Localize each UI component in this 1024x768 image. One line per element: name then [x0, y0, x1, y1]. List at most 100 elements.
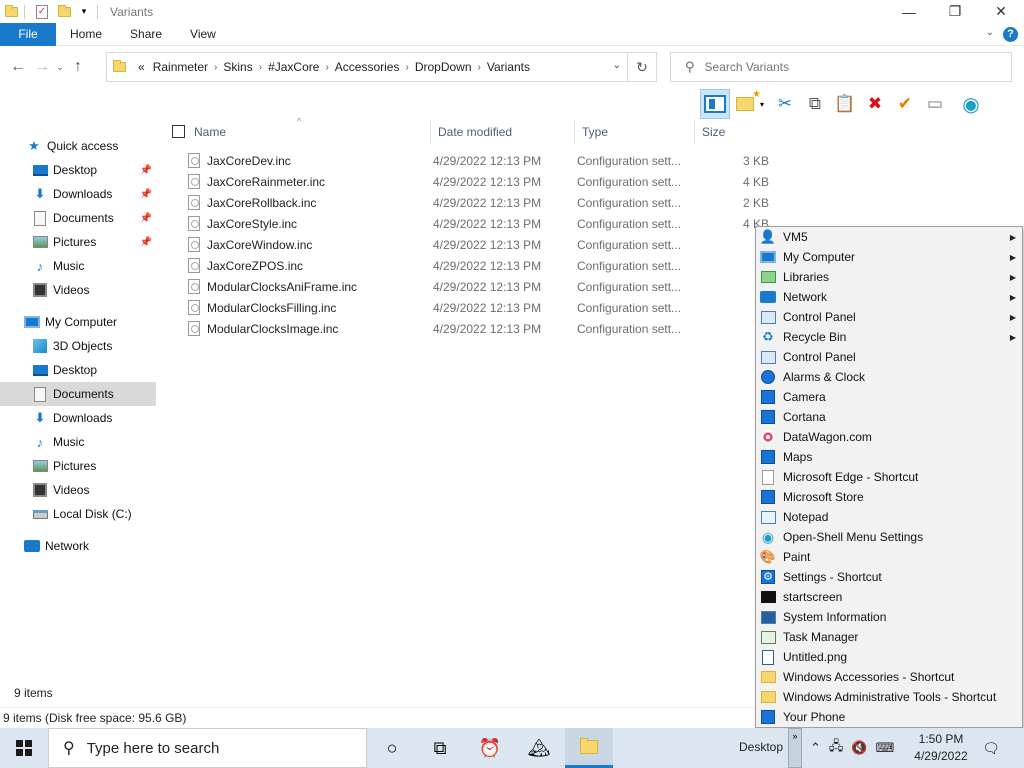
sidebar-item-videos[interactable]: Videos	[0, 278, 156, 302]
pin-icon[interactable]: 📌	[140, 189, 152, 200]
sidebar-item-desktop-pc[interactable]: Desktop	[0, 358, 156, 382]
show-hidden-icons-chevron-icon[interactable]: ⌃	[810, 740, 821, 756]
menu-item-alarms-clock[interactable]: Alarms & Clock	[756, 367, 1022, 387]
sidebar-item-pictures-pc[interactable]: Pictures	[0, 454, 156, 478]
maximize-button[interactable]: ❐	[932, 0, 978, 23]
menu-item-camera[interactable]: Camera	[756, 387, 1022, 407]
menu-item-windows-admin-tools[interactable]: Windows Administrative Tools - Shortcut	[756, 687, 1022, 707]
up-button[interactable]: ↑	[66, 55, 90, 79]
sidebar-item-pictures[interactable]: Pictures 📌	[0, 230, 156, 254]
menu-item-open-shell-settings[interactable]: ◉ Open-Shell Menu Settings	[756, 527, 1022, 547]
breadcrumb-variants[interactable]: Variants	[483, 60, 534, 74]
properties-icon[interactable]: ✓	[35, 4, 49, 19]
close-button[interactable]: ✕	[978, 0, 1024, 23]
taskbar-search[interactable]: ⚲ Type here to search	[48, 728, 367, 768]
menu-item-vm5[interactable]: 👤 VM5 ▶	[756, 227, 1022, 247]
task-view-button[interactable]: ⧉	[416, 728, 464, 768]
menu-item-datawagon[interactable]: DataWagon.com	[756, 427, 1022, 447]
file-row[interactable]: ModularClocksAniFrame.inc 4/29/2022 12:1…	[188, 276, 778, 297]
breadcrumb-accessories[interactable]: Accessories	[331, 60, 404, 74]
column-header-date[interactable]: Date modified	[438, 120, 574, 144]
delete-icon[interactable]: ✖	[860, 89, 890, 119]
sidebar-item-3d-objects[interactable]: 3D Objects	[0, 334, 156, 358]
file-row[interactable]: ModularClocksImage.inc 4/29/2022 12:13 P…	[188, 318, 778, 339]
tab-home[interactable]: Home	[56, 23, 116, 46]
file-row[interactable]: JaxCoreRollback.inc 4/29/2022 12:13 PM C…	[188, 192, 778, 213]
menu-item-untitled-png[interactable]: Untitled.png	[756, 647, 1022, 667]
minimize-button[interactable]: —	[886, 0, 932, 23]
sidebar-item-videos-pc[interactable]: Videos	[0, 478, 156, 502]
start-button[interactable]	[0, 728, 48, 768]
menu-item-microsoft-store[interactable]: Microsoft Store	[756, 487, 1022, 507]
sidebar-item-music-pc[interactable]: ♪ Music	[0, 430, 156, 454]
recent-locations-chevron-icon[interactable]: ⌄	[54, 55, 66, 79]
sidebar-item-desktop[interactable]: Desktop 📌	[0, 158, 156, 182]
file-row[interactable]: JaxCoreZPOS.inc 4/29/2022 12:13 PM Confi…	[188, 255, 778, 276]
menu-item-network[interactable]: Network ▶	[756, 287, 1022, 307]
search-box[interactable]: ⚲	[670, 52, 1012, 82]
navigation-pane-button[interactable]	[700, 89, 730, 119]
file-row[interactable]: ModularClocksFilling.inc 4/29/2022 12:13…	[188, 297, 778, 318]
volume-muted-icon[interactable]: 🔇	[851, 740, 867, 756]
chevron-down-icon[interactable]: ⌄	[613, 60, 621, 71]
taskbar-app-clock[interactable]: ⏰	[466, 728, 514, 768]
column-divider[interactable]	[574, 120, 575, 144]
menu-item-edge-shortcut[interactable]: Microsoft Edge - Shortcut	[756, 467, 1022, 487]
tab-share[interactable]: Share	[116, 23, 176, 46]
menu-item-recycle-bin[interactable]: ♻ Recycle Bin ▶	[756, 327, 1022, 347]
menu-item-system-information[interactable]: System Information	[756, 607, 1022, 627]
cut-icon[interactable]: ✂	[770, 89, 800, 119]
sidebar-item-network[interactable]: Network	[0, 534, 156, 558]
sidebar-item-music[interactable]: ♪ Music	[0, 254, 156, 278]
breadcrumb-skins[interactable]: Skins	[219, 60, 256, 74]
column-header-name[interactable]: Name	[194, 120, 430, 144]
select-all-checkbox[interactable]	[172, 125, 185, 138]
sidebar-item-downloads-pc[interactable]: ⬇ Downloads	[0, 406, 156, 430]
sidebar-item-my-computer[interactable]: My Computer	[0, 310, 156, 334]
sidebar-item-documents-pc[interactable]: Documents	[0, 382, 156, 406]
menu-item-my-computer[interactable]: My Computer ▶	[756, 247, 1022, 267]
column-divider[interactable]	[430, 120, 431, 144]
taskbar-clock[interactable]: 1:50 PM 4/29/2022	[906, 731, 976, 765]
menu-item-windows-accessories[interactable]: Windows Accessories - Shortcut	[756, 667, 1022, 687]
file-row[interactable]: JaxCoreDev.inc 4/29/2022 12:13 PM Config…	[188, 150, 778, 171]
chevron-right-icon[interactable]: ›	[403, 62, 410, 73]
rename-icon[interactable]: ▭	[920, 89, 950, 119]
tab-file[interactable]: File	[0, 22, 56, 46]
breadcrumb-rainmeter[interactable]: Rainmeter	[149, 60, 212, 74]
breadcrumb-jaxcore[interactable]: #JaxCore	[264, 60, 323, 74]
column-header-type[interactable]: Type	[582, 120, 694, 144]
sidebar-item-documents[interactable]: Documents 📌	[0, 206, 156, 230]
chevron-right-icon[interactable]: ›	[323, 62, 330, 73]
forward-button[interactable]: →	[30, 55, 54, 79]
file-row[interactable]: JaxCoreStyle.inc 4/29/2022 12:13 PM Conf…	[188, 213, 778, 234]
expand-ribbon-icon[interactable]: ⌄	[986, 27, 994, 38]
column-header-size[interactable]: Size	[702, 120, 772, 144]
cortana-button[interactable]: ○	[368, 728, 416, 768]
pin-icon[interactable]: 📌	[140, 237, 152, 248]
menu-item-paint[interactable]: 🎨 Paint	[756, 547, 1022, 567]
menu-item-settings-shortcut[interactable]: ⚙ Settings - Shortcut	[756, 567, 1022, 587]
breadcrumb-overflow[interactable]: «	[134, 60, 149, 74]
sidebar-item-quick-access[interactable]: ★ Quick access	[0, 134, 156, 158]
refresh-button[interactable]: ↻	[628, 52, 657, 82]
taskbar-app-file-explorer[interactable]	[565, 728, 613, 768]
copy-icon[interactable]: ⧉	[800, 89, 830, 119]
menu-item-maps[interactable]: Maps	[756, 447, 1022, 467]
notification-icon[interactable]: 🗨	[978, 738, 1004, 758]
keyboard-icon[interactable]: ⌨	[876, 740, 895, 756]
sidebar-item-local-disk[interactable]: Local Disk (C:)	[0, 502, 156, 526]
address-bar[interactable]: « Rainmeter › Skins › #JaxCore › Accesso…	[106, 52, 628, 82]
desktop-toolbar-label[interactable]: Desktop	[739, 740, 783, 754]
pin-icon[interactable]: 📌	[140, 213, 152, 224]
breadcrumb-dropdown[interactable]: DropDown	[411, 60, 476, 74]
menu-item-your-phone[interactable]: Your Phone	[756, 707, 1022, 727]
menu-item-cortana[interactable]: Cortana	[756, 407, 1022, 427]
pin-icon[interactable]: 📌	[140, 165, 152, 176]
new-folder-button[interactable]: ▾	[730, 89, 770, 119]
file-row[interactable]: JaxCoreRainmeter.inc 4/29/2022 12:13 PM …	[188, 171, 778, 192]
menu-item-libraries[interactable]: Libraries ▶	[756, 267, 1022, 287]
menu-item-notepad[interactable]: Notepad	[756, 507, 1022, 527]
search-input[interactable]	[704, 60, 985, 74]
taskbar-app-photos[interactable]: 🏔	[515, 728, 563, 768]
